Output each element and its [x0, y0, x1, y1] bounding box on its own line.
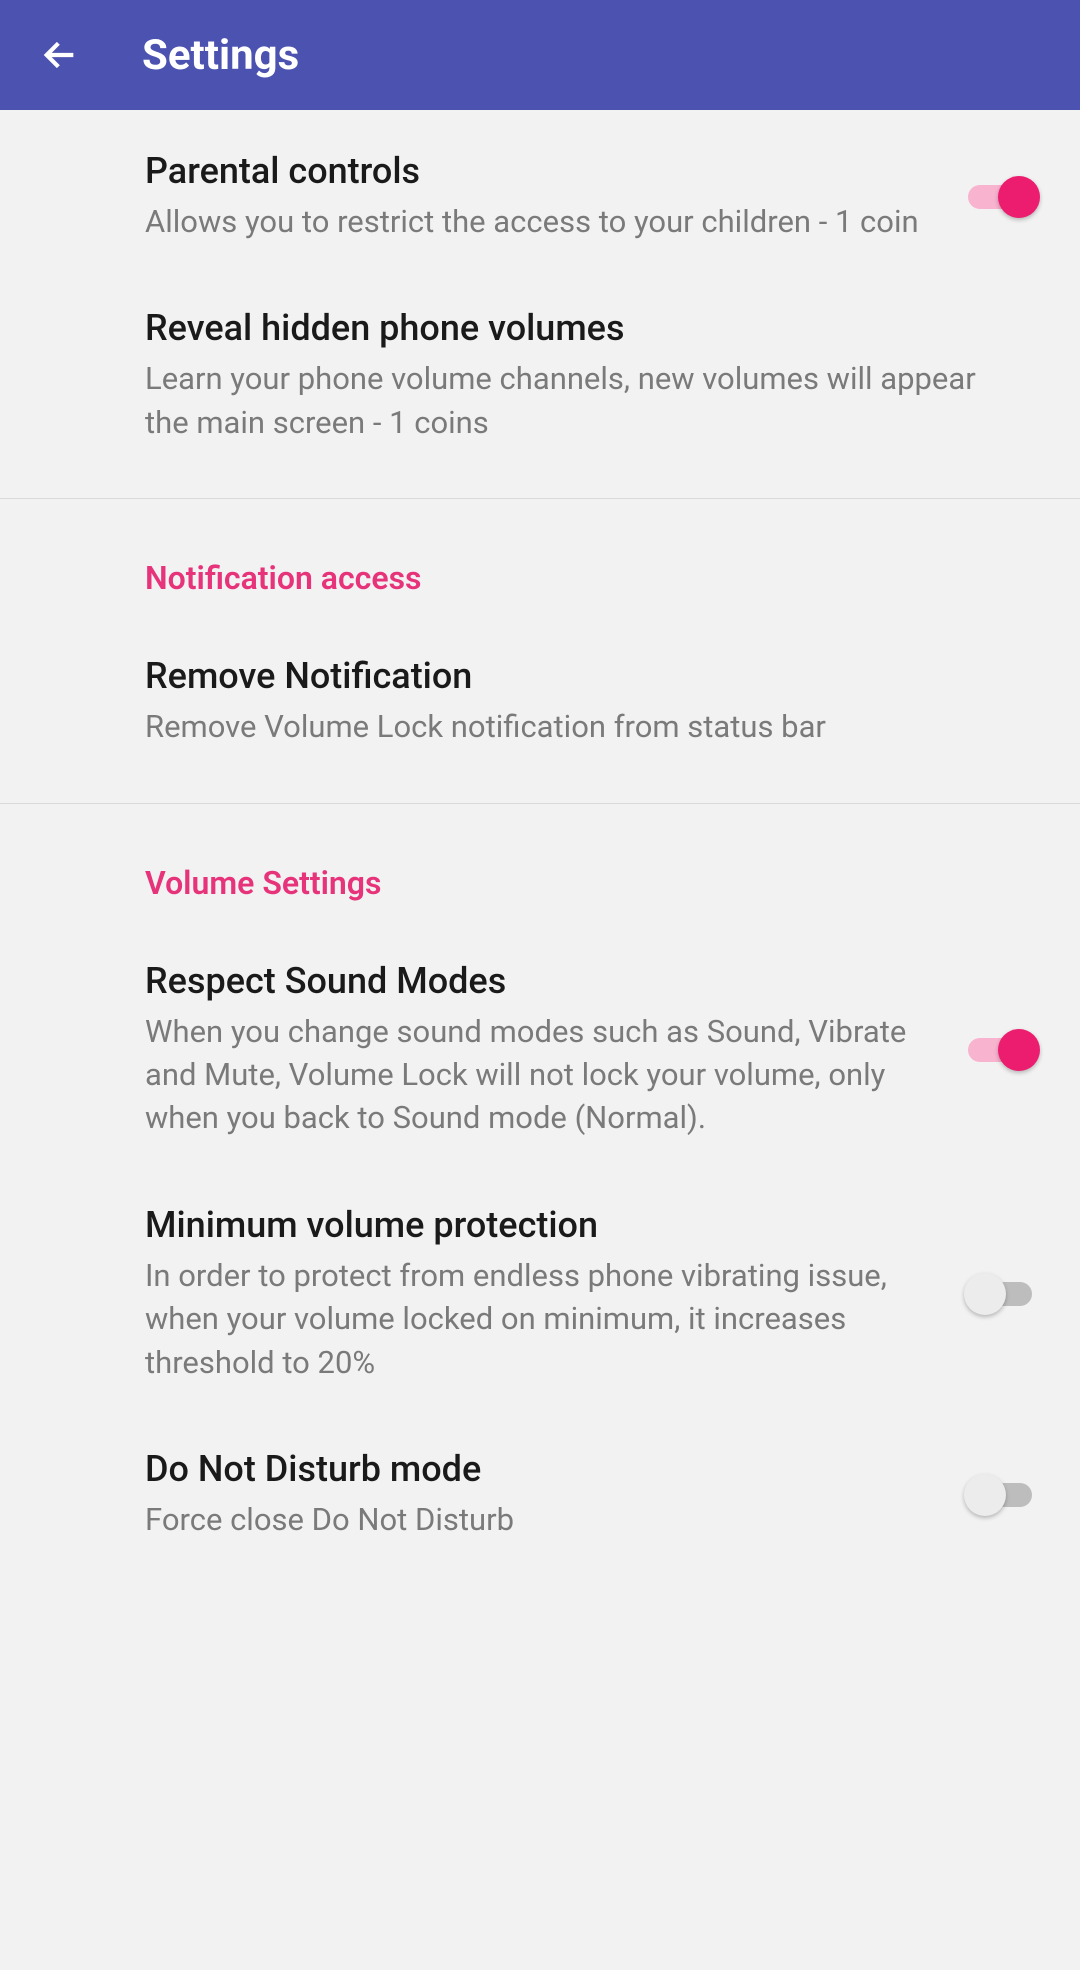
row-title: Minimum volume protection — [145, 1204, 948, 1246]
row-text: Reveal hidden phone volumes Learn your p… — [145, 307, 1040, 444]
row-subtitle: Remove Volume Lock notification from sta… — [145, 705, 1020, 748]
row-subtitle: Learn your phone volume channels, new vo… — [145, 357, 1020, 444]
row-subtitle: In order to protect from endless phone v… — [145, 1254, 948, 1384]
row-do-not-disturb[interactable]: Do Not Disturb mode Force close Do Not D… — [0, 1408, 1080, 1565]
settings-list: Parental controls Allows you to restrict… — [0, 110, 1080, 1595]
toggle-parental-controls[interactable] — [968, 176, 1040, 218]
switch-thumb — [964, 1273, 1006, 1315]
row-reveal-hidden-volumes[interactable]: Reveal hidden phone volumes Learn your p… — [0, 267, 1080, 468]
section-volume-settings: Volume Settings Respect Sound Modes When… — [0, 804, 1080, 1596]
row-parental-controls[interactable]: Parental controls Allows you to restrict… — [0, 110, 1080, 267]
toggle-do-not-disturb[interactable] — [968, 1474, 1040, 1516]
row-text: Respect Sound Modes When you change soun… — [145, 960, 968, 1140]
row-title: Reveal hidden phone volumes — [145, 307, 1020, 349]
row-title: Remove Notification — [145, 655, 1020, 697]
row-minimum-volume-protection[interactable]: Minimum volume protection In order to pr… — [0, 1164, 1080, 1408]
back-button[interactable] — [36, 31, 84, 79]
switch-thumb — [998, 176, 1040, 218]
toggle-respect-sound-modes[interactable] — [968, 1029, 1040, 1071]
section-notification-access: Notification access Remove Notification … — [0, 499, 1080, 803]
appbar: Settings — [0, 0, 1080, 110]
switch-thumb — [964, 1474, 1006, 1516]
section-header: Volume Settings — [0, 804, 1080, 920]
row-respect-sound-modes[interactable]: Respect Sound Modes When you change soun… — [0, 920, 1080, 1164]
row-subtitle: Allows you to restrict the access to you… — [145, 200, 948, 243]
section-header: Notification access — [0, 499, 1080, 615]
section-general: Parental controls Allows you to restrict… — [0, 110, 1080, 499]
row-subtitle: When you change sound modes such as Soun… — [145, 1010, 948, 1140]
row-text: Remove Notification Remove Volume Lock n… — [145, 655, 1040, 748]
row-title: Do Not Disturb mode — [145, 1448, 948, 1490]
page-title: Settings — [142, 31, 299, 80]
toggle-minimum-volume-protection[interactable] — [968, 1273, 1040, 1315]
row-subtitle: Force close Do Not Disturb — [145, 1498, 948, 1541]
switch-thumb — [998, 1029, 1040, 1071]
arrow-left-icon — [40, 35, 80, 75]
row-title: Respect Sound Modes — [145, 960, 948, 1002]
row-text: Minimum volume protection In order to pr… — [145, 1204, 968, 1384]
row-title: Parental controls — [145, 150, 948, 192]
row-text: Do Not Disturb mode Force close Do Not D… — [145, 1448, 968, 1541]
row-text: Parental controls Allows you to restrict… — [145, 150, 968, 243]
row-remove-notification[interactable]: Remove Notification Remove Volume Lock n… — [0, 615, 1080, 772]
